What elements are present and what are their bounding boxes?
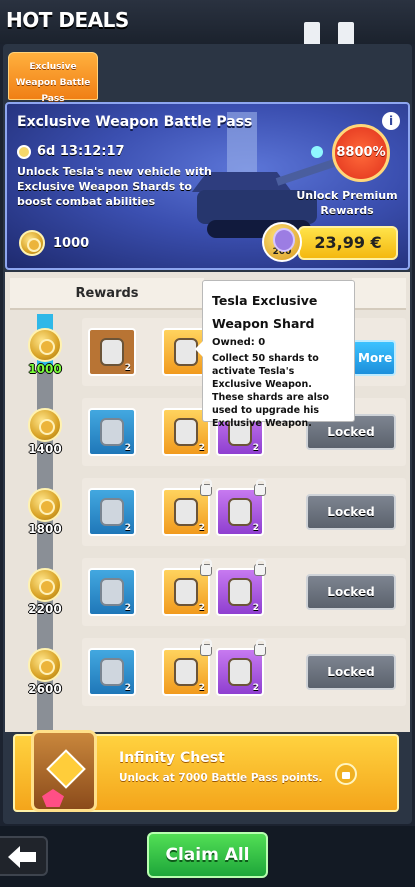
tab-label: Exclusive Weapon Battle Pass bbox=[15, 62, 91, 104]
locked-button[interactable]: Locked bbox=[306, 494, 396, 530]
item-tooltip: Tesla Exclusive Weapon Shard Owned: 0 Co… bbox=[195, 280, 355, 429]
claim-all-button[interactable]: Claim All bbox=[147, 832, 268, 878]
back-button[interactable] bbox=[0, 836, 48, 876]
infinity-chest-icon bbox=[31, 730, 97, 812]
item-quantity: 2 bbox=[124, 683, 131, 693]
unlock-premium-label: Unlock Premium Rewards bbox=[296, 189, 398, 217]
chest-icon bbox=[100, 658, 124, 686]
item-quantity: 2 bbox=[252, 523, 259, 533]
lock-icon bbox=[200, 639, 212, 656]
premium-shard-item[interactable]: 2 bbox=[162, 479, 212, 536]
tesla-shard-icon bbox=[100, 338, 124, 366]
chest-item[interactable]: 2 bbox=[88, 408, 136, 456]
level-number: 1000 bbox=[28, 362, 62, 376]
tesla-shard-icon bbox=[174, 578, 198, 606]
medal-icon bbox=[19, 230, 45, 256]
infinity-chest-banner[interactable]: Infinity Chest Unlock at 7000 Battle Pas… bbox=[13, 730, 399, 812]
chest-icon bbox=[100, 578, 124, 606]
rewards-column-header: Rewards bbox=[10, 278, 204, 310]
points-value: 1000 bbox=[53, 235, 90, 251]
premium-shard-item[interactable]: 2 bbox=[162, 559, 212, 616]
tesla-shard-icon bbox=[174, 498, 198, 526]
tab-exclusive-weapon-battle-pass[interactable]: Exclusive Weapon Battle Pass bbox=[8, 52, 98, 104]
lock-icon bbox=[200, 559, 212, 576]
level-marker: 1400 bbox=[22, 408, 68, 456]
bonus-percent-badge: 8800% bbox=[332, 124, 390, 182]
back-arrow-icon bbox=[8, 846, 36, 868]
item-quantity: 2 bbox=[198, 443, 205, 453]
free-shard-item[interactable]: 2 bbox=[88, 328, 136, 376]
shard-icon bbox=[228, 658, 252, 686]
item-quantity: 2 bbox=[124, 603, 131, 613]
chest-icon bbox=[100, 498, 124, 526]
gem-coin-icon: 200 bbox=[262, 222, 302, 262]
premium-shard-item[interactable]: 2 bbox=[216, 639, 266, 696]
locked-button[interactable]: Locked bbox=[306, 574, 396, 610]
tooltip-body: Collect 50 shards to activate Tesla's Ex… bbox=[212, 353, 330, 429]
medal-icon bbox=[28, 488, 62, 522]
level-marker: 1800 bbox=[22, 488, 68, 536]
timer-text: 6d 13:12:17 bbox=[37, 144, 125, 159]
tooltip-owned: Owned: 0 bbox=[212, 337, 266, 348]
infinity-chest-title: Infinity Chest bbox=[119, 750, 225, 766]
lock-icon bbox=[335, 763, 357, 785]
item-quantity: 2 bbox=[124, 443, 131, 453]
tesla-shard-icon bbox=[174, 418, 198, 446]
reward-row: 2 2 2 Locked bbox=[82, 558, 406, 626]
premium-shard-item[interactable]: 2 bbox=[216, 559, 266, 616]
item-quantity: 2 bbox=[198, 683, 205, 693]
level-number: 1800 bbox=[28, 522, 62, 536]
item-quantity: 2 bbox=[252, 443, 259, 453]
chest-item[interactable]: 2 bbox=[88, 488, 136, 536]
tooltip-tail bbox=[195, 341, 203, 357]
level-number: 1400 bbox=[28, 442, 62, 456]
more-button[interactable]: More bbox=[352, 340, 396, 376]
info-icon[interactable]: i bbox=[382, 112, 400, 130]
medal-icon bbox=[28, 648, 62, 682]
shard-icon bbox=[228, 578, 252, 606]
timer: 6d 13:12:17 bbox=[17, 144, 125, 159]
chest-icon bbox=[100, 418, 124, 446]
item-quantity: 2 bbox=[124, 523, 131, 533]
medal-icon bbox=[28, 408, 62, 442]
level-number: 2200 bbox=[28, 602, 62, 616]
tooltip-title: Tesla Exclusive Weapon Shard bbox=[212, 293, 318, 331]
locked-button[interactable]: Locked bbox=[306, 654, 396, 690]
reward-row: 2 2 2 Locked bbox=[82, 478, 406, 546]
medal-icon bbox=[28, 328, 62, 362]
buy-premium-button[interactable]: 23,99 € 200 bbox=[262, 222, 398, 264]
medal-icon bbox=[28, 568, 62, 602]
level-marker: 1000 bbox=[22, 328, 68, 376]
infinity-chest-description: Unlock at 7000 Battle Pass points. bbox=[119, 772, 323, 784]
tesla-shard-icon bbox=[174, 658, 198, 686]
chest-item[interactable]: 2 bbox=[88, 568, 136, 616]
clock-icon bbox=[17, 144, 31, 159]
reward-row: 2 2 2 Locked bbox=[82, 638, 406, 706]
item-quantity: 2 bbox=[198, 523, 205, 533]
item-quantity: 2 bbox=[198, 603, 205, 613]
level-marker: 2200 bbox=[22, 568, 68, 616]
lock-icon bbox=[254, 559, 266, 576]
shard-icon bbox=[228, 498, 252, 526]
lock-icon bbox=[254, 639, 266, 656]
lock-icon bbox=[200, 479, 212, 496]
item-quantity: 2 bbox=[124, 363, 131, 373]
battle-pass-description: Unlock Tesla's new vehicle with Exclusiv… bbox=[17, 165, 212, 208]
gem-icon bbox=[42, 789, 64, 807]
chest-item[interactable]: 2 bbox=[88, 648, 136, 696]
battle-pass-title: Exclusive Weapon Battle Pass bbox=[17, 114, 253, 130]
item-quantity: 2 bbox=[252, 683, 259, 693]
price-label: 23,99 € bbox=[298, 226, 398, 260]
item-quantity: 2 bbox=[252, 603, 259, 613]
level-marker: 2600 bbox=[22, 648, 68, 696]
page-title: HOT DEALS bbox=[6, 8, 129, 32]
battle-pass-points: 1000 bbox=[19, 230, 89, 256]
lock-icon bbox=[254, 479, 266, 496]
premium-shard-item[interactable]: 2 bbox=[162, 639, 212, 696]
level-number: 2600 bbox=[28, 682, 62, 696]
premium-column-header bbox=[352, 278, 406, 310]
premium-shard-item[interactable]: 2 bbox=[216, 479, 266, 536]
